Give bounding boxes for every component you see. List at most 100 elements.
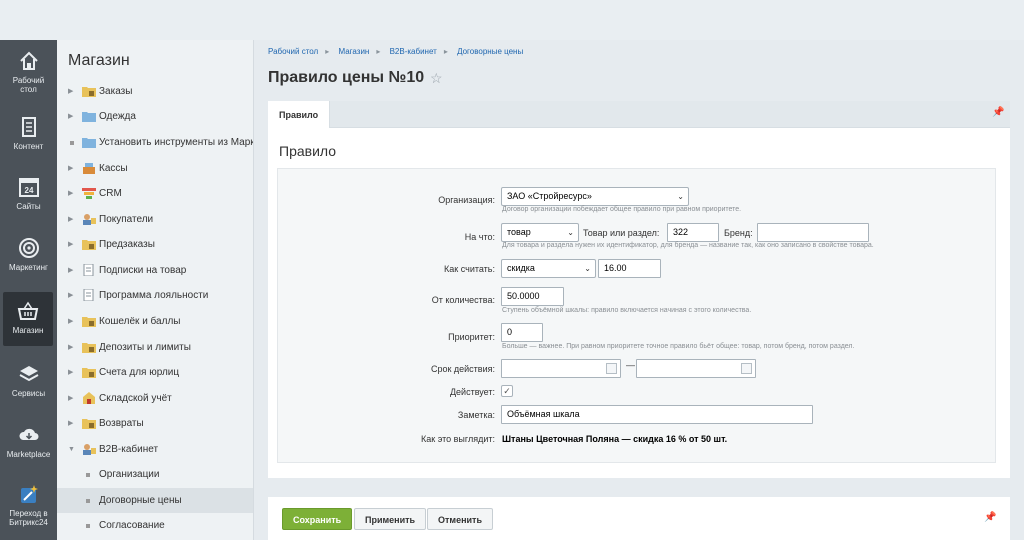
nav-label: Marketplace (6, 450, 51, 459)
menu-item-label: Программа лояльности (99, 290, 209, 301)
breadcrumb-link[interactable]: B2B-кабинет (390, 47, 437, 56)
org-select[interactable]: ЗАО «Стройресурс» ⌄ (501, 187, 689, 206)
target-hint: Для товара и раздела нужен их идентифика… (502, 242, 874, 249)
page-icon (83, 264, 94, 276)
brand-label: Бренд: (724, 228, 753, 238)
period-from-input[interactable] (501, 359, 621, 378)
folder-lock-icon (82, 317, 96, 327)
menu-item-invoices[interactable]: ▶ Счета для юрлиц (57, 360, 253, 385)
chevron-down-icon: ⌄ (584, 264, 591, 273)
menu-item-label: Заказы (99, 86, 133, 97)
menu-item-label: Согласование (99, 520, 165, 531)
nav-marketing[interactable]: Маркетинг (0, 237, 57, 272)
expand-arrow-icon[interactable]: ▶ (68, 258, 73, 283)
users-icon (83, 214, 96, 225)
expand-arrow-icon[interactable]: ▶ (68, 283, 73, 308)
preview-label: Как это выглядит: (421, 434, 495, 444)
menu-item-contract-prices[interactable]: Договорные цены (57, 488, 253, 513)
menu-item-preorders[interactable]: ▶ Предзаказы (57, 232, 253, 257)
nav-shop[interactable]: Магазин (3, 292, 53, 346)
save-button[interactable]: Сохранить (282, 508, 353, 530)
expand-arrow-icon[interactable]: ▶ (68, 232, 73, 257)
prio-input[interactable]: 0 (501, 323, 543, 342)
calc-amount-input[interactable]: 16.00 (598, 259, 661, 278)
nav-marketplace[interactable]: Marketplace (0, 424, 57, 459)
expand-arrow-icon[interactable]: ▶ (68, 79, 73, 104)
expand-arrow-icon[interactable]: ▶ (68, 104, 73, 129)
menu-item-organizations[interactable]: Организации (57, 462, 253, 487)
cash-register-icon (83, 163, 95, 174)
nav-sites[interactable]: 24 Сайты (0, 176, 57, 211)
breadcrumb-link[interactable]: Рабочий стол (268, 47, 318, 56)
expand-arrow-icon[interactable]: ▶ (68, 411, 73, 436)
nav-content[interactable]: Контент (0, 116, 57, 151)
active-checkbox[interactable]: ✓ (501, 385, 513, 397)
top-header (0, 0, 1024, 40)
menu-item-label: Одежда (99, 111, 136, 122)
qty-input[interactable]: 50.0000 (501, 287, 564, 306)
expand-arrow-icon[interactable]: ▶ (68, 207, 73, 232)
expand-arrow-icon[interactable]: ▶ (68, 335, 73, 360)
tab-rule[interactable]: Правило (268, 101, 331, 129)
bullet-icon (86, 524, 90, 528)
period-to-input[interactable] (636, 359, 756, 378)
breadcrumb-link[interactable]: Договорные цены (457, 47, 523, 56)
expand-arrow-icon[interactable]: ▶ (68, 386, 73, 411)
basket-icon (17, 301, 39, 320)
pin-icon[interactable]: 📌 (984, 512, 996, 523)
menu-item-approval[interactable]: Согласование (57, 513, 253, 538)
menu-item-install-tools[interactable]: Установить инструменты из Маркетплейс (57, 130, 253, 155)
menu-item-wallet[interactable]: ▶ Кошелёк и баллы (57, 309, 253, 334)
breadcrumb-link[interactable]: Магазин (338, 47, 369, 56)
menu-item-orders[interactable]: ▶ Заказы (57, 79, 253, 104)
star-icon[interactable]: ☆ (430, 70, 443, 87)
rule-card: Правило Организация: ЗАО «Стройресурс» ⌄… (268, 128, 1010, 478)
period-label: Срок действия: (430, 364, 495, 374)
nav-go-bitrix24[interactable]: Переход в Битрикс24 (0, 483, 57, 527)
target-select[interactable]: товар ⌄ (501, 223, 579, 242)
menu-item-returns[interactable]: ▶ Возвраты (57, 411, 253, 436)
pin-icon[interactable]: 📌 (992, 107, 1004, 118)
calendar-icon[interactable] (606, 363, 617, 374)
collapse-arrow-icon[interactable]: ▼ (68, 437, 75, 462)
menu-item-label: Предзаказы (99, 239, 155, 250)
note-input[interactable]: Объёмная шкала (501, 405, 813, 424)
target-select-value: товар (507, 227, 531, 237)
menu-item-deposits[interactable]: ▶ Депозиты и лимиты (57, 335, 253, 360)
tabs-bar: Правило (268, 101, 1010, 129)
folder-lock-icon (82, 368, 96, 378)
menu-item-crm[interactable]: ▶ CRM (57, 181, 253, 206)
menu-item-customers[interactable]: ▶ Покупатели (57, 207, 253, 232)
menu-item-warehouse[interactable]: ▶ Складской учёт (57, 386, 253, 411)
menu-item-label: Установить инструменты из Маркетплейс (99, 137, 253, 148)
brand-input[interactable] (757, 223, 869, 242)
apply-button[interactable]: Применить (354, 508, 427, 530)
page-title: Правило цены №10 (268, 69, 425, 86)
menu-item-label: Договорные цены (99, 495, 182, 506)
shop-menu: Магазин ▶ Заказы ▶ Одежда Установить инс… (57, 40, 253, 540)
expand-arrow-icon[interactable]: ▶ (68, 156, 73, 181)
cancel-button[interactable]: Отменить (427, 508, 493, 530)
item-input[interactable]: 322 (667, 223, 719, 242)
home-icon (19, 51, 38, 70)
menu-item-loyalty[interactable]: ▶ Программа лояльности (57, 283, 253, 308)
nav-desktop[interactable]: Рабочий стол (0, 50, 57, 94)
menu-item-label: B2B-кабинет (99, 444, 159, 455)
calendar-icon[interactable] (741, 363, 752, 374)
bullet-icon (86, 473, 90, 477)
menu-item-subscriptions[interactable]: ▶ Подписки на товар (57, 258, 253, 283)
expand-arrow-icon[interactable]: ▶ (68, 181, 73, 206)
nav-label: Сервисы (11, 389, 46, 398)
panel-divider (253, 40, 254, 540)
expand-arrow-icon[interactable]: ▶ (68, 309, 73, 334)
left-icon-nav: Рабочий стол Контент 24 Сайты Маркетинг … (0, 40, 57, 540)
menu-item-cashboxes[interactable]: ▶ Кассы (57, 156, 253, 181)
calc-select[interactable]: скидка ⌄ (501, 259, 596, 278)
menu-item-b2b[interactable]: ▼ B2B-кабинет (57, 437, 253, 462)
expand-arrow-icon[interactable]: ▶ (68, 360, 73, 385)
breadcrumb: Рабочий стол ▸ Магазин ▸ B2B-кабинет ▸ Дого… (268, 47, 523, 56)
org-select-value: ЗАО «Стройресурс» (507, 191, 592, 201)
nav-services[interactable]: Сервисы (0, 363, 57, 398)
menu-item-clothes[interactable]: ▶ Одежда (57, 104, 253, 129)
users-icon (83, 444, 96, 455)
